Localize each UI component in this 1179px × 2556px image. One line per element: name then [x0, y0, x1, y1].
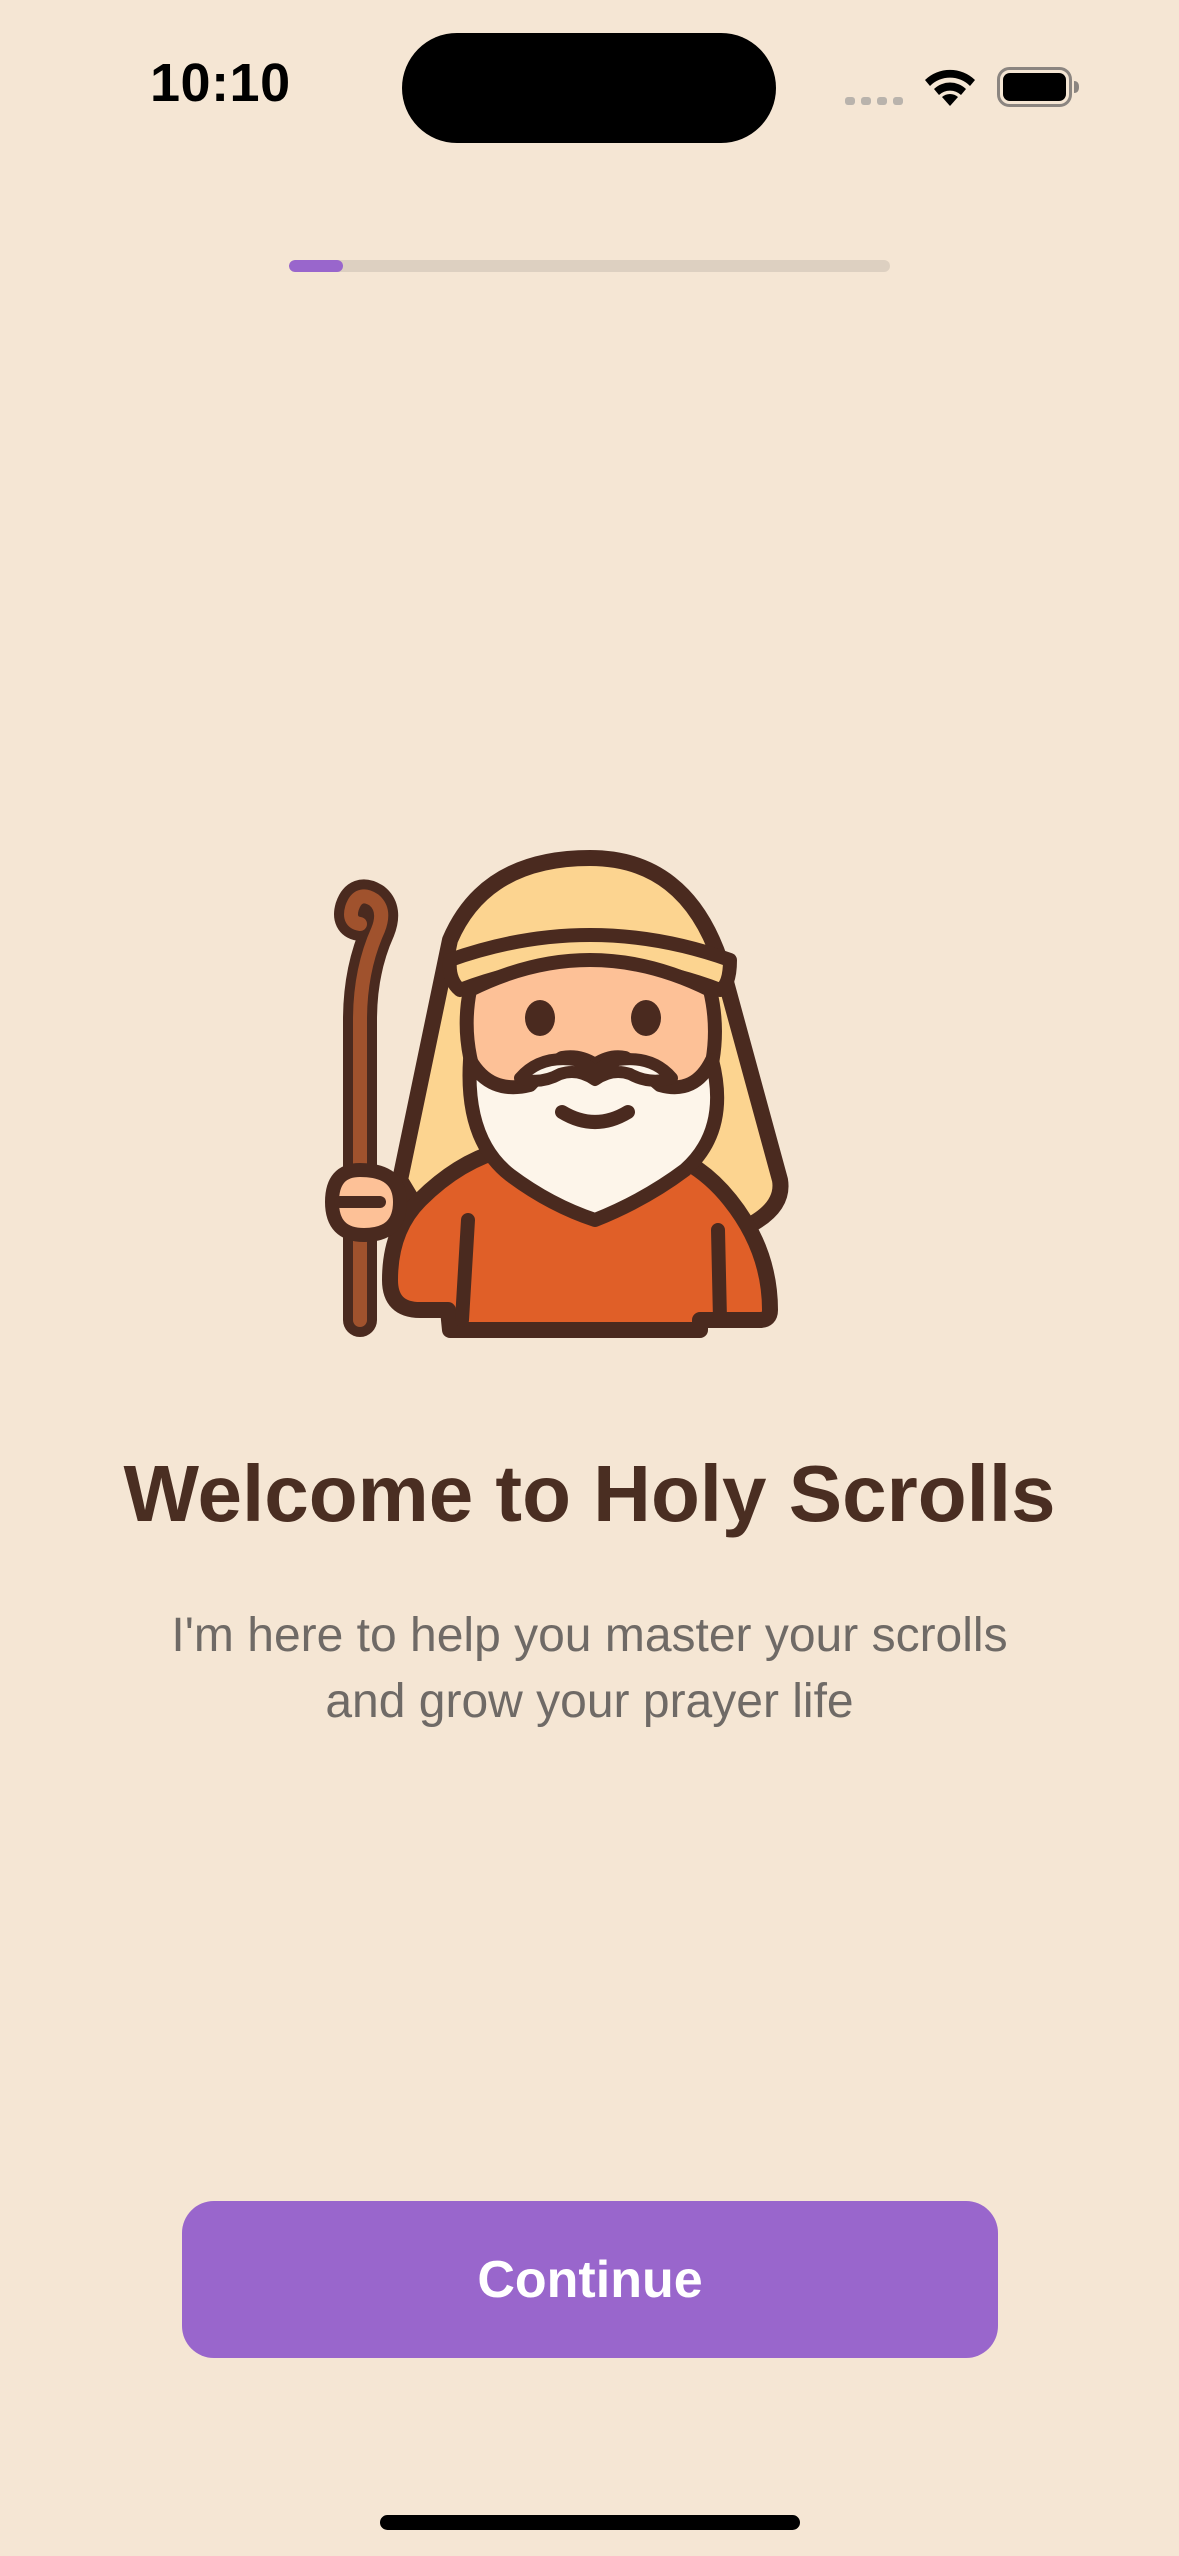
onboarding-progress-fill [289, 260, 344, 272]
home-indicator[interactable] [380, 2515, 800, 2530]
wifi-icon [925, 69, 975, 106]
status-bar: 10:10 [0, 0, 1179, 170]
welcome-title: Welcome to Holy Scrolls [123, 1449, 1056, 1538]
status-time: 10:10 [150, 53, 291, 113]
dynamic-island [402, 33, 776, 143]
continue-button[interactable]: Continue [182, 2201, 998, 2358]
cellular-signal-icon [845, 97, 903, 105]
welcome-subtitle-line-2: and grow your prayer life [325, 1675, 854, 1728]
battery-icon [997, 67, 1079, 107]
welcome-subtitle-line-1: I'm here to help you master your scrolls [171, 1609, 1008, 1662]
onboarding-progress-bar [289, 260, 890, 272]
shepherd-mascot-icon [324, 850, 789, 1338]
welcome-subtitle: I'm here to help you master your scrolls… [100, 1603, 1079, 1735]
